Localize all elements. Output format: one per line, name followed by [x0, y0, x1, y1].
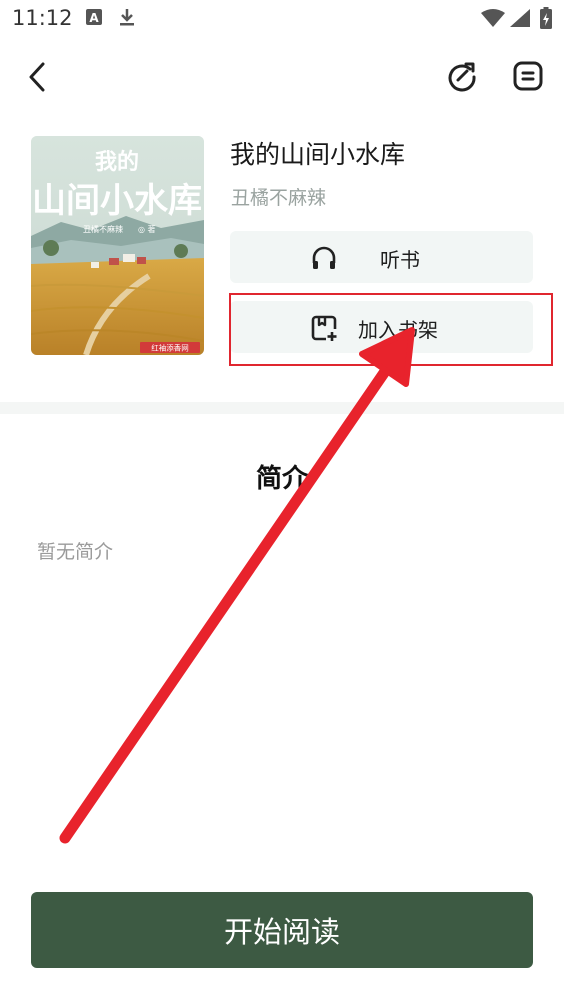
annotation-highlight-box [229, 293, 553, 366]
headphones-icon [312, 246, 336, 269]
cover-author-suffix: ◎ 著 [138, 224, 156, 234]
book-author[interactable]: 丑橘不麻辣 [231, 183, 326, 210]
signal-icon [510, 9, 530, 31]
menu-button[interactable] [510, 58, 546, 94]
svg-text:A: A [89, 11, 99, 25]
intro-heading: 简介 [255, 464, 308, 494]
share-refresh-icon [448, 62, 476, 92]
listen-button[interactable]: 听书 [230, 231, 533, 283]
cover-author: 丑橘不麻辣 [83, 224, 123, 234]
wifi-icon [481, 9, 505, 31]
cover-title-line2: 山间小水库 [32, 181, 202, 221]
download-icon [119, 8, 135, 30]
a-notification-icon: A [86, 8, 102, 30]
cover-publisher-badge: 红袖添香网 [151, 343, 189, 353]
chevron-left-icon [29, 62, 45, 92]
listen-label: 听书 [380, 248, 420, 272]
cover-illustration: 我的 山间小水库 丑橘不麻辣 ◎ 著 红袖添香网 [31, 136, 204, 355]
status-time: 11:12 [12, 6, 73, 30]
menu-icon [513, 61, 543, 91]
share-button[interactable] [444, 58, 480, 94]
intro-text: 暂无简介 [37, 541, 114, 563]
section-divider [0, 402, 564, 414]
cover-title-line1: 我的 [95, 149, 139, 175]
battery-icon [540, 7, 552, 33]
book-title: 我的山间小水库 [230, 140, 406, 169]
book-cover[interactable]: 我的 山间小水库 丑橘不麻辣 ◎ 著 红袖添香网 [31, 136, 204, 355]
start-reading-button[interactable]: 开始阅读 [31, 892, 533, 968]
back-button[interactable] [20, 58, 54, 96]
